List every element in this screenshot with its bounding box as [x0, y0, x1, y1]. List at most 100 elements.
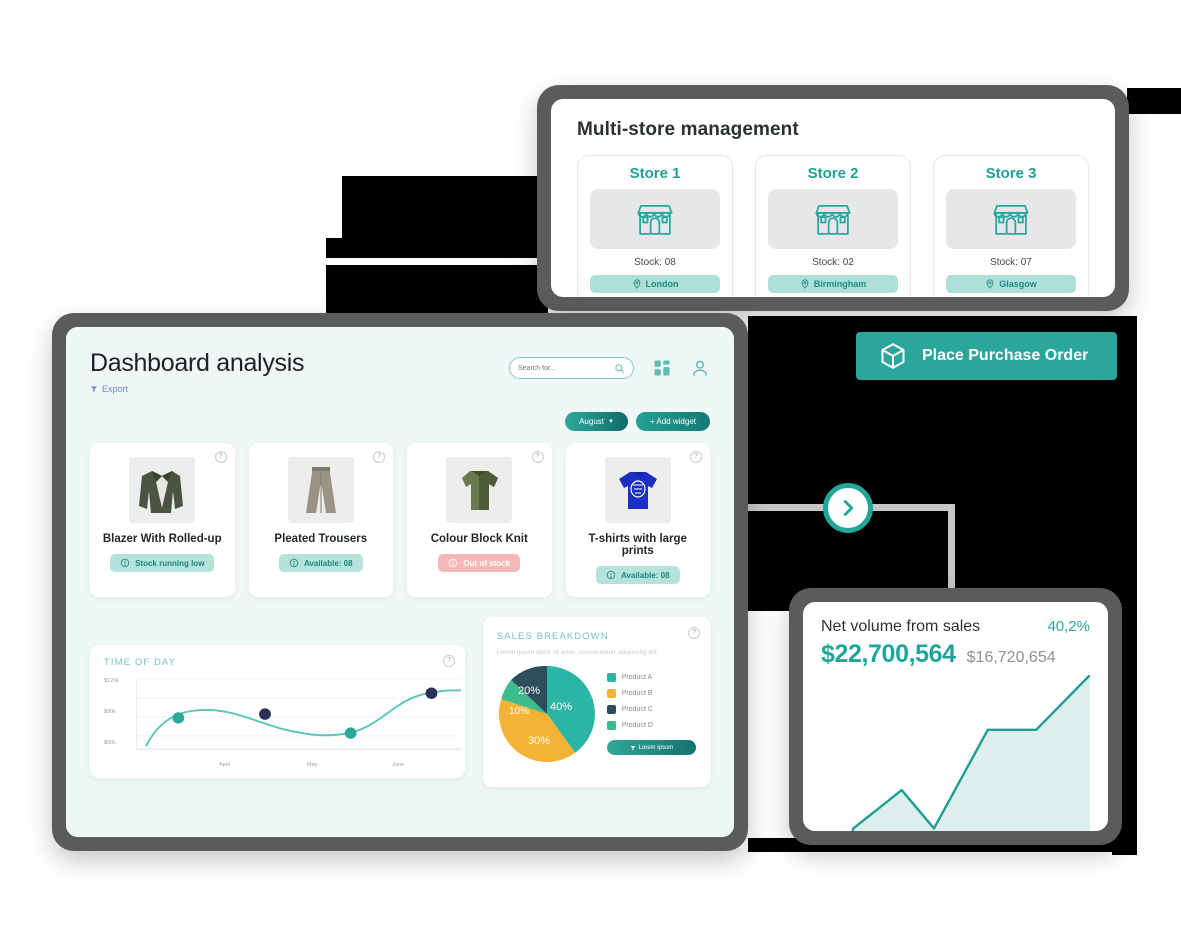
line-chart-svg — [136, 678, 461, 750]
connector-line-horizontal-right — [870, 504, 953, 511]
product-card[interactable]: ? Colour Block Knit Out of stock — [407, 443, 552, 597]
status-badge: Out of stock — [438, 554, 521, 572]
status-badge-label: Available: 08 — [303, 558, 353, 568]
pie-value-label: 40% — [550, 701, 572, 713]
legend-item: Product C — [606, 705, 696, 714]
product-name: Colour Block Knit — [430, 533, 528, 545]
product-name: Pleated Trousers — [274, 533, 368, 545]
export-label: Export — [102, 384, 129, 394]
net-volume-title: Net volume from sales — [821, 618, 981, 635]
status-badge-label: Out of stock — [463, 558, 511, 568]
status-badge-label: Available: 08 — [620, 570, 670, 580]
help-icon[interactable]: ? — [531, 451, 544, 463]
product-card-row: ? Blazer With Rolled-up Stock running lo… — [90, 443, 710, 597]
product-name: T-shirts with large prints — [588, 533, 687, 557]
net-volume-amount: $22,700,564 — [821, 640, 956, 668]
status-badge-label: Stock running low — [135, 558, 205, 568]
month-filter-dropdown[interactable]: August ▼ — [565, 412, 628, 431]
legend-label: Product A — [621, 674, 653, 681]
time-of-day-widget: ? TIME OF DAY $120k $90k $60k April May … — [90, 645, 465, 778]
map-pin-icon — [986, 279, 994, 289]
sales-breakdown-filter-label: Lorem ipsum — [638, 744, 674, 751]
flow-arrow-node[interactable] — [823, 483, 873, 533]
search-input[interactable] — [518, 364, 610, 372]
time-of-day-title: TIME OF DAY — [104, 657, 177, 668]
search-icon — [615, 363, 624, 373]
product-card[interactable]: ? Pleated Trousers Available: 08 — [248, 443, 393, 597]
product-image — [287, 457, 354, 523]
store-card-name: Store 1 — [629, 165, 681, 182]
storefront-icon — [637, 205, 673, 235]
tshirt-illustration — [604, 457, 671, 523]
trousers-illustration — [287, 457, 354, 523]
store-location-badge[interactable]: London — [590, 275, 720, 293]
masked-block-top-right — [1127, 88, 1181, 114]
help-icon[interactable]: ? — [442, 655, 455, 667]
legend-item: Product D — [606, 721, 696, 730]
alert-circle-icon — [120, 558, 130, 568]
pie-legend: Product A Product B Product C Product D — [606, 673, 696, 730]
x-tick-label: April — [219, 762, 231, 768]
product-name: Blazer With Rolled-up — [102, 533, 222, 545]
month-filter-label: August — [579, 417, 604, 426]
legend-swatch — [606, 689, 616, 698]
sales-breakdown-title: SALES BREAKDOWN — [496, 631, 609, 642]
export-link[interactable]: Export — [90, 384, 304, 394]
store-thumbnail — [590, 189, 720, 249]
store-location-badge[interactable]: Birmingham — [768, 275, 898, 293]
sales-breakdown-filter-button[interactable]: Lorem ipsum — [606, 740, 696, 755]
product-card[interactable]: ? Blazer With Rolled-up Stock running lo… — [90, 443, 235, 597]
storefront-icon — [993, 205, 1029, 235]
product-image — [604, 457, 671, 523]
status-badge: Available: 08 — [278, 554, 363, 572]
widget-row: ? TIME OF DAY $120k $90k $60k April May … — [90, 617, 710, 787]
time-of-day-chart: $120k $90k $60k April May June — [104, 676, 461, 768]
place-purchase-order-label: Place Purchase Order — [922, 347, 1089, 364]
store-location-badge[interactable]: Glasgow — [946, 275, 1076, 293]
chevron-right-icon — [843, 500, 854, 516]
funnel-icon — [630, 745, 635, 750]
store-stock-count: Stock: 08 — [634, 257, 676, 268]
store-location-label: Glasgow — [999, 279, 1037, 289]
legend-item: Product A — [606, 673, 696, 682]
legend-label: Product C — [621, 706, 653, 713]
alert-circle-icon — [449, 558, 458, 568]
masked-block-upper-left-a — [342, 176, 548, 238]
net-volume-area-svg — [821, 675, 1090, 831]
help-icon[interactable]: ? — [373, 451, 385, 463]
help-icon[interactable]: ? — [690, 451, 702, 463]
legend-swatch — [606, 721, 616, 730]
store-thumbnail — [768, 189, 898, 249]
store-card-name: Store 3 — [985, 165, 1037, 182]
y-tick-label: $120k — [104, 678, 119, 684]
store-stock-count: Stock: 07 — [990, 257, 1032, 268]
place-purchase-order-button[interactable]: Place Purchase Order — [856, 332, 1117, 380]
funnel-icon — [91, 386, 97, 392]
net-volume-panel-frame: Net volume from sales 40,2% $22,700,564 … — [789, 588, 1122, 845]
product-image — [129, 457, 196, 523]
product-card[interactable]: ? T-shirts with large prints Available: … — [565, 443, 710, 597]
net-volume-previous-amount: $16,720,654 — [966, 649, 1056, 666]
user-account-icon[interactable] — [690, 358, 710, 378]
store-stock-count: Stock: 02 — [812, 257, 854, 268]
add-widget-label: + Add widget — [649, 417, 696, 426]
grid-layout-icon[interactable] — [652, 358, 672, 378]
legend-item: Product B — [606, 689, 696, 698]
status-badge: Available: 08 — [595, 566, 680, 584]
chevron-down-icon: ▼ — [608, 418, 614, 425]
y-tick-label: $90k — [104, 709, 116, 715]
help-icon[interactable]: ? — [214, 451, 227, 463]
add-widget-button[interactable]: + Add widget — [635, 412, 710, 431]
blazer-illustration — [129, 457, 196, 523]
store-card-grid: Store 1 Stock: 08 London Store 2 Stock: … — [577, 155, 1089, 297]
help-icon[interactable]: ? — [688, 627, 700, 639]
y-tick-label: $60k — [104, 740, 116, 746]
pie-value-label: 20% — [518, 685, 540, 697]
search-box[interactable] — [509, 357, 634, 379]
store-location-label: Birmingham — [813, 279, 867, 289]
legend-swatch — [606, 705, 616, 714]
store-card[interactable]: Store 2 Stock: 02 Birmingham — [755, 155, 911, 297]
store-card[interactable]: Store 1 Stock: 08 London — [577, 155, 733, 297]
masked-block-upper-left-b — [326, 238, 548, 258]
store-card[interactable]: Store 3 Stock: 07 Glasgow — [933, 155, 1089, 297]
